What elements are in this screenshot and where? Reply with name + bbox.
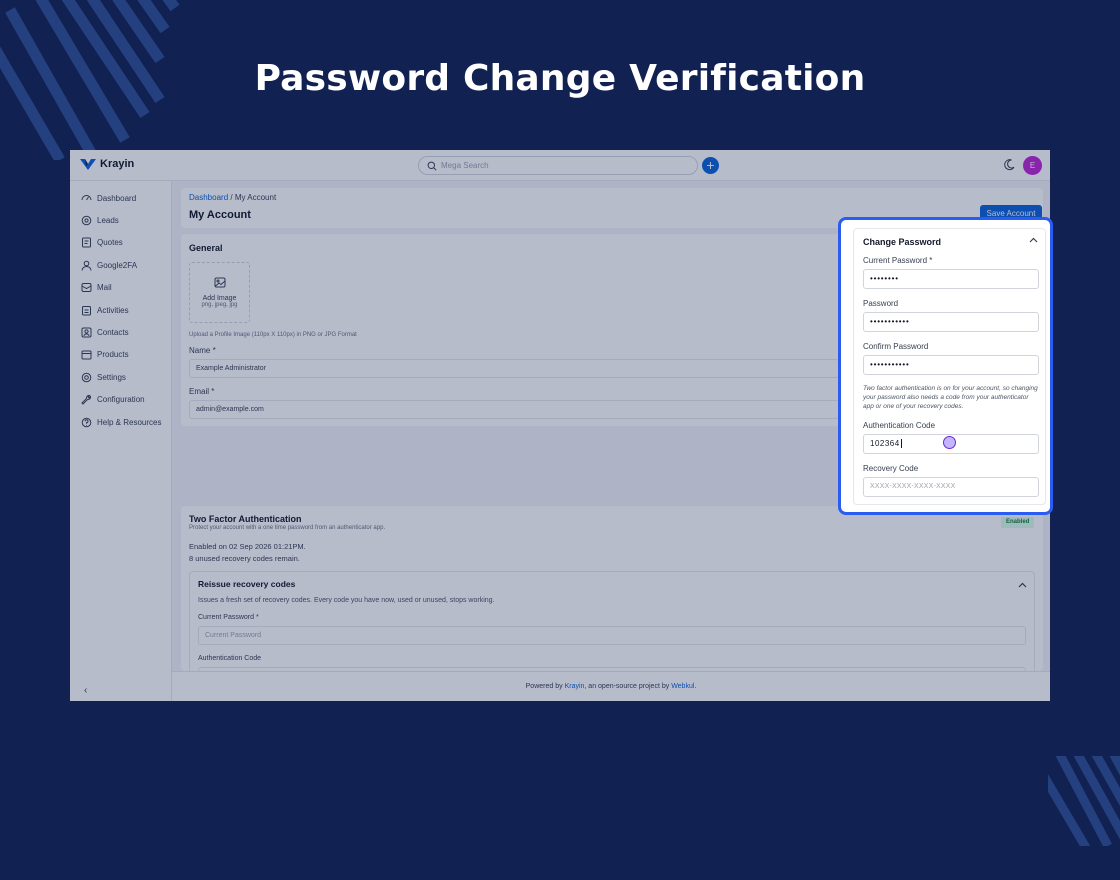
- footer: Powered by Krayin, an open-source projec…: [172, 671, 1050, 701]
- dashboard-icon: [81, 195, 92, 201]
- image-icon: [214, 277, 225, 288]
- two-factor-title: Two Factor Authentication: [189, 514, 302, 524]
- sidebar-item-mail[interactable]: Mail: [81, 282, 112, 293]
- logo[interactable]: Krayin: [80, 158, 134, 170]
- sidebar-item-google2fa[interactable]: Google2FA: [81, 260, 137, 271]
- contacts-icon: [81, 327, 92, 338]
- settings-icon: [81, 372, 92, 383]
- cursor-indicator: [943, 436, 956, 449]
- sidebar-item-contacts[interactable]: Contacts: [81, 327, 129, 338]
- current-password-input[interactable]: ••••••••: [863, 269, 1039, 289]
- reissue-description: Issues a fresh set of recovery codes. Ev…: [198, 597, 495, 604]
- general-section: General Add Image png, jpeg, jpg Upload …: [181, 234, 841, 426]
- status-badge: Enabled: [1001, 517, 1035, 528]
- password-input[interactable]: •••••••••••: [863, 312, 1039, 332]
- decorative-stripes-bottom-right: [1048, 756, 1120, 846]
- add-image-label: Add Image: [202, 295, 237, 302]
- email-field[interactable]: admin@example.com: [189, 400, 839, 419]
- name-field[interactable]: Example Administrator: [189, 359, 839, 378]
- user-icon: [81, 260, 92, 271]
- sidebar-item-activities[interactable]: Activities: [81, 305, 129, 316]
- confirm-password-label: Confirm Password: [863, 342, 929, 351]
- sidebar-item-help[interactable]: Help & Resources: [81, 417, 161, 428]
- quick-create-button[interactable]: +: [702, 157, 719, 174]
- general-title: General: [189, 243, 223, 253]
- authentication-code-label: Authentication Code: [863, 421, 936, 430]
- two-factor-subtitle: Protect your account with a one time pas…: [189, 525, 386, 531]
- image-types-label: png, jpeg, jpg: [201, 302, 238, 308]
- sidebar-item-quotes[interactable]: Quotes: [81, 237, 123, 248]
- sidebar-item-products[interactable]: Products: [81, 349, 129, 360]
- sidebar-item-leads[interactable]: Leads: [81, 215, 119, 226]
- sidebar-item-dashboard[interactable]: Dashboard: [81, 193, 136, 204]
- reissue-auth-code-label: Authentication Code: [198, 655, 262, 662]
- recovery-codes-count: 8 unused recovery codes remain.: [189, 554, 300, 563]
- avatar[interactable]: E: [1023, 156, 1042, 175]
- help-icon: [81, 417, 92, 428]
- mail-icon: [81, 283, 92, 292]
- plus-icon: +: [706, 157, 715, 173]
- dark-mode-toggle-icon[interactable]: [1002, 158, 1016, 172]
- sidebar-item-configuration[interactable]: Configuration: [81, 394, 145, 405]
- password-label: Password: [863, 299, 899, 308]
- search-icon: [427, 161, 437, 171]
- krayin-link[interactable]: Krayin: [565, 683, 585, 690]
- add-image-dropzone[interactable]: Add Image png, jpeg, jpg: [189, 262, 250, 323]
- reissue-current-password-label: Current Password *: [198, 614, 259, 621]
- activities-icon: [82, 306, 91, 316]
- text-caret: [900, 439, 902, 449]
- search-placeholder: Mega Search: [441, 161, 489, 170]
- webkul-link[interactable]: Webkul: [671, 683, 694, 690]
- wrench-icon: [81, 394, 92, 405]
- image-helper-text: Upload a Profile Image (110px X 110px) i…: [189, 332, 357, 338]
- confirm-password-input[interactable]: •••••••••••: [863, 355, 1039, 375]
- recovery-code-input[interactable]: XXXX-XXXX-XXXX-XXXX: [863, 477, 1039, 497]
- logo-text: Krayin: [100, 158, 135, 170]
- email-label: Email *: [189, 387, 215, 396]
- breadcrumb-current: My Account: [234, 193, 277, 202]
- chevron-up-icon[interactable]: [1018, 582, 1027, 588]
- change-password-panel: Change Password Current Password * •••••…: [853, 228, 1046, 505]
- leads-icon: [81, 215, 92, 226]
- recovery-code-label: Recovery Code: [863, 464, 919, 473]
- krayin-logo-icon: [80, 159, 96, 170]
- chevron-up-icon[interactable]: [1029, 237, 1038, 243]
- hero-title: Password Change Verification: [254, 58, 866, 99]
- products-icon: [81, 350, 92, 360]
- change-password-title: Change Password: [863, 237, 942, 247]
- page-title: My Account: [189, 209, 251, 221]
- top-bar: Krayin Mega Search + E: [70, 150, 1050, 181]
- reissue-current-password-input[interactable]: Current Password: [198, 626, 1026, 645]
- breadcrumb: Dashboard / My Account: [189, 193, 277, 202]
- quotes-icon: [82, 237, 91, 248]
- sidebar-item-settings[interactable]: Settings: [81, 372, 126, 383]
- two-factor-note: Two factor authentication is on for your…: [863, 385, 1038, 410]
- two-factor-enabled-date: Enabled on 02 Sep 2026 01:21PM.: [189, 542, 306, 551]
- breadcrumb-dashboard-link[interactable]: Dashboard: [189, 193, 228, 202]
- name-label: Name *: [189, 346, 216, 355]
- reissue-recovery-codes-panel: Reissue recovery codes Issues a fresh se…: [189, 571, 1035, 686]
- reissue-title: Reissue recovery codes: [198, 579, 296, 589]
- sidebar: Dashboard Leads Quotes Google2FA Mail Ac…: [70, 181, 172, 701]
- current-password-label: Current Password *: [863, 256, 933, 265]
- search-input[interactable]: Mega Search: [418, 156, 698, 175]
- collapse-sidebar-icon[interactable]: ‹: [84, 685, 87, 696]
- two-factor-section: Two Factor Authentication Protect your a…: [181, 506, 1043, 686]
